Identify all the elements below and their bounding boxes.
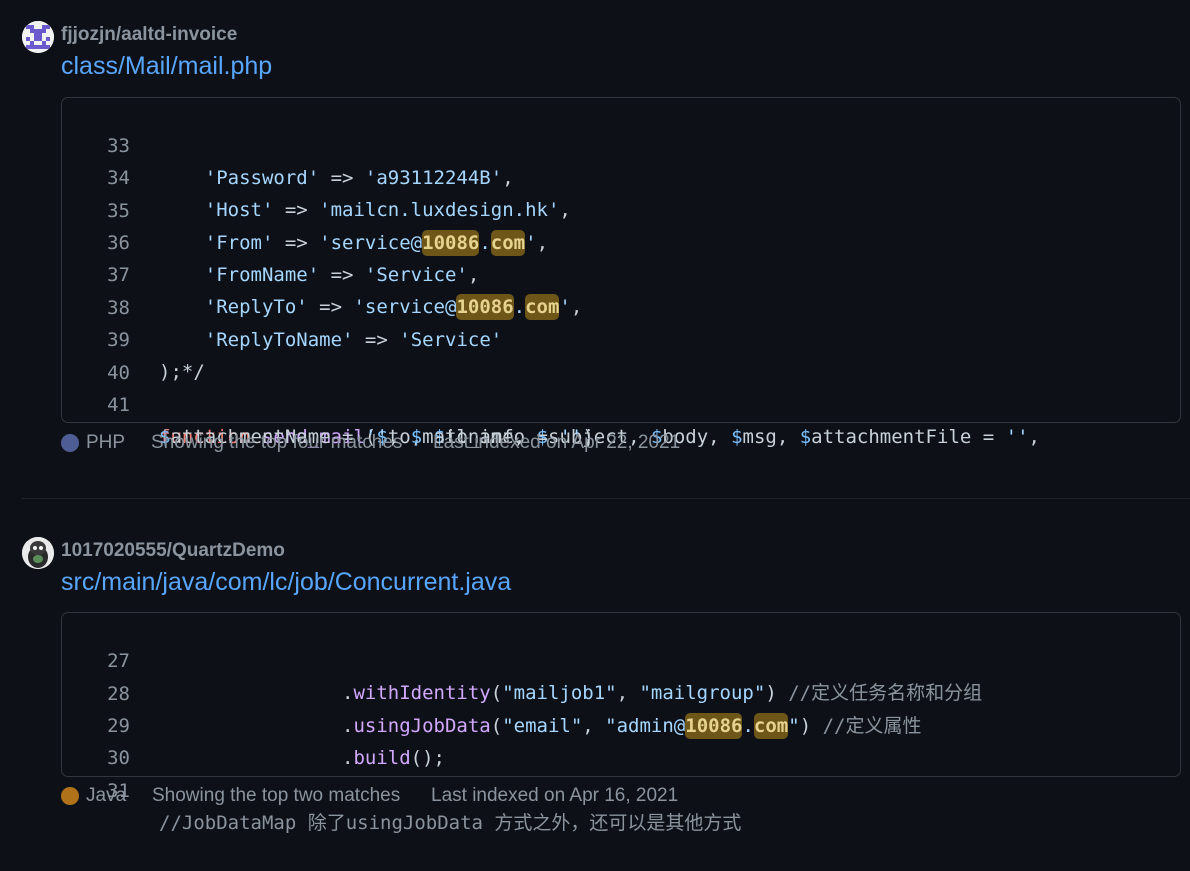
file-path-link[interactable]: src/main/java/com/lc/job/Concurrent.java (61, 568, 511, 597)
repo-name[interactable]: QuartzDemo (172, 540, 285, 561)
repo-name[interactable]: aaltd-invoice (121, 24, 237, 45)
last-indexed: Last indexed on Apr 22, 2021 (433, 432, 681, 453)
search-highlight: com (525, 294, 560, 320)
code-line: 29 .build(); (62, 678, 445, 769)
code-snippet: 33 'Password' => 'a93112244B', 34 'Host'… (61, 97, 1181, 448)
avatar[interactable] (22, 21, 54, 53)
search-highlight: com (490, 230, 526, 256)
search-highlight: 10086 (685, 713, 743, 739)
file-path-link[interactable]: class/Mail/mail.php (61, 52, 272, 81)
code-snippet: 27 .withIdentity("mailjob1", "mailgroup"… (61, 612, 1181, 834)
repo-owner[interactable]: fjjozjn (61, 24, 116, 45)
code-line: 37 'ReplyTo' => 'service@10086.com', (62, 227, 582, 320)
last-indexed: Last indexed on Apr 16, 2021 (431, 785, 679, 806)
repo-owner[interactable]: 1017020555 (61, 540, 167, 561)
code-line-wrap: $attachmentName = '', $mail_info = '') (159, 426, 594, 448)
code-line: 31 //JobDataMap 除了usingJobData 方式之外，还可以是… (62, 743, 741, 834)
repo-link[interactable]: 1017020555/QuartzDemo (61, 540, 285, 562)
code-line: 34 'Host' => 'mailcn.luxdesign.hk', (62, 130, 571, 221)
language-color-dot (61, 434, 79, 452)
code-line: 36 'FromName' => 'Service', (62, 195, 479, 286)
code-line: 40 (62, 325, 131, 384)
code-line: 35 'From' => 'service@10086.com', (62, 163, 548, 256)
code-line: 38 'ReplyToName' => 'Service' (62, 260, 502, 351)
code-line: 30 (62, 710, 131, 769)
code-line: 27 .withIdentity("mailjob1", "mailgroup"… (62, 613, 982, 704)
divider (22, 498, 1190, 499)
match-count: Showing the top two matches (152, 785, 401, 806)
repo-link[interactable]: fjjozjn/aaltd-invoice (61, 24, 237, 46)
language-label: PHP (86, 432, 126, 453)
search-highlight: 10086 (422, 230, 480, 256)
code-line: 33 'Password' => 'a93112244B', (62, 98, 514, 189)
match-count: Showing the top four matches (151, 432, 403, 453)
language-label: Java (86, 785, 127, 806)
search-highlight: com (753, 713, 789, 739)
code-line: 41 function send_mail($to, $toname, $sub… (62, 357, 1040, 448)
search-highlight: 10086 (456, 294, 514, 320)
avatar[interactable] (22, 537, 54, 569)
code-line: 39 );*/ (62, 292, 205, 383)
language-color-dot (61, 787, 79, 805)
code-line: 28 .usingJobData("email", "admin@10086.c… (62, 646, 921, 739)
